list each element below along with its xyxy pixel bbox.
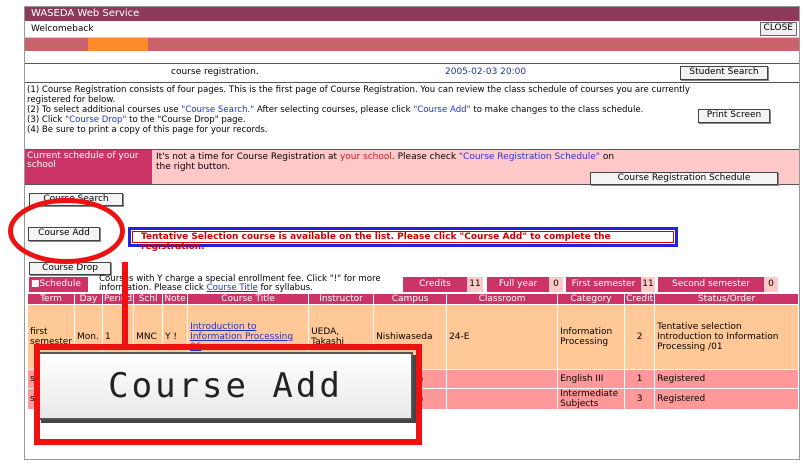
- close-button[interactable]: CLOSE: [759, 22, 797, 36]
- col-course-title: Course Title: [187, 293, 310, 305]
- schedule-tag: ■Schedule: [29, 277, 88, 292]
- credits-value: 11: [467, 277, 483, 292]
- credits-label: Credits: [403, 277, 467, 292]
- fee-note-end: for syllabus.: [257, 283, 313, 293]
- first-semester-value: 11: [641, 277, 655, 292]
- first-semester-label: First semester: [566, 277, 641, 292]
- instructions-panel: (1) Course Registration consists of four…: [25, 83, 799, 150]
- col-note: Note: [162, 293, 189, 305]
- cell-status: Tentative selection Introduction to Info…: [654, 304, 799, 370]
- tab-stripe: [25, 38, 799, 51]
- full-year-value: 0: [549, 277, 563, 292]
- col-credit: Credit: [624, 293, 656, 305]
- welcome-text: Welcomeback: [31, 24, 94, 34]
- cell-status: Registered: [654, 369, 799, 389]
- page-header: course registration. 2005-02-03 20:00 St…: [25, 63, 799, 83]
- print-screen-button[interactable]: Print Screen: [698, 109, 770, 123]
- col-period: Period: [101, 293, 135, 305]
- instruction-2-mid: After selecting courses, please click: [254, 105, 414, 115]
- tentative-notice: Tentative Selection course is available …: [128, 227, 678, 252]
- cell-credit: 3: [624, 388, 656, 410]
- second-semester-value: 0: [764, 277, 778, 292]
- cell-classroom: 24-E: [446, 304, 559, 370]
- highlight-box: [34, 344, 422, 445]
- cell-credit: 2: [624, 304, 656, 370]
- datetime-stamp: 2005-02-03 20:00: [445, 67, 527, 77]
- course-search-ref: "Course Search.": [181, 105, 255, 115]
- col-category: Category: [557, 293, 626, 305]
- highlight-circle: [8, 198, 125, 264]
- msg-school: your school: [339, 152, 392, 162]
- current-schedule-message: It's not a time for Course Registration …: [156, 152, 626, 172]
- col-classroom: Classroom: [446, 293, 559, 305]
- page-title: course registration.: [171, 67, 259, 77]
- cell-credit: 1: [624, 369, 656, 389]
- instruction-3: (3) Click: [27, 115, 66, 125]
- col-day: Day: [73, 293, 103, 305]
- col-term: Term: [27, 293, 75, 305]
- instructions-text: (1) Course Registration consists of four…: [27, 85, 692, 135]
- current-schedule-label: Current schedule of your school: [25, 150, 152, 184]
- tentative-notice-text: Tentative Selection course is available …: [132, 231, 674, 252]
- col-instructor: Instructor: [308, 293, 375, 305]
- table-header-row: Term Day Period Schl Note Course Title I…: [27, 293, 799, 305]
- summary-bar: ■Schedule Courses with Y charge a specia…: [25, 275, 799, 293]
- fee-note: Courses with Y charge a special enrollme…: [99, 275, 399, 293]
- instruction-1: (1) Course Registration consists of four…: [27, 85, 691, 105]
- msg-part-c: . Please check: [391, 152, 459, 162]
- current-schedule-panel: Current schedule of your school It's not…: [25, 150, 799, 185]
- student-search-button[interactable]: Student Search: [680, 66, 768, 80]
- second-semester-label: Second semester: [658, 277, 764, 292]
- course-add-ref: "Course Add": [413, 105, 471, 115]
- instruction-4: (4) Be sure to print a copy of this page…: [27, 125, 268, 135]
- msg-part-a: It's not a time for Course Registration …: [156, 152, 340, 162]
- welcome-bar: Welcomeback CLOSE: [25, 21, 799, 38]
- course-registration-schedule-button[interactable]: Course Registration Schedule: [590, 172, 778, 185]
- cell-category: Information Processing: [557, 304, 626, 370]
- full-year-label: Full year: [487, 277, 549, 292]
- instruction-2: (2) To select additional courses use: [27, 105, 182, 115]
- cell-status: Registered: [654, 388, 799, 410]
- col-campus: Campus: [373, 293, 448, 305]
- course-title-link[interactable]: Course Title: [207, 283, 258, 293]
- cell-category: English III: [557, 369, 626, 389]
- msg-schedule-ref: "Course Registration Schedule": [458, 152, 600, 162]
- cell-classroom: [446, 369, 559, 389]
- highlight-connector: [122, 262, 128, 346]
- cell-classroom: [446, 388, 559, 410]
- col-status-order: Status/Order: [654, 293, 799, 305]
- cell-category: Intermediate Subjects: [557, 388, 626, 410]
- instruction-2-end: to make changes to the class schedule.: [470, 105, 644, 115]
- course-drop-ref: "Course Drop": [65, 115, 127, 125]
- col-schl: Schl: [133, 293, 164, 305]
- app-titlebar: WASEDA Web Service: [25, 7, 799, 21]
- active-tab-marker: [88, 38, 148, 51]
- instruction-3-end: to the "Course Drop" page.: [126, 115, 246, 125]
